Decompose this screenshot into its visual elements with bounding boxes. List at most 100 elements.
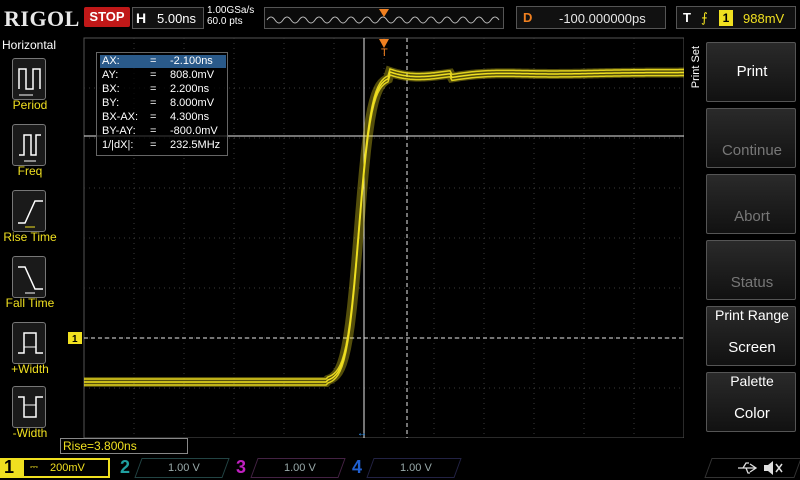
print-button[interactable]: Print [706, 42, 796, 102]
timebase-box[interactable]: H 5.00ns [132, 7, 204, 29]
neg-width-icon [18, 396, 43, 418]
status-button[interactable]: Status [706, 240, 796, 300]
channel4-number: 4 [352, 457, 363, 477]
menu-title: Print Set [690, 46, 702, 89]
status-label: Status [730, 274, 774, 291]
cursor-row: BY: = 8.000mV [100, 97, 226, 110]
freq-label: Freq [17, 164, 43, 178]
cursor-row: BX-AX: = 4.300ns [100, 111, 226, 124]
cursor-eq: = [150, 69, 157, 81]
ch1-ground-label: 1 [72, 334, 78, 345]
cursor-readout-table: AX: = -2.100ns AY: = 808.0mV BX: = 2.200… [96, 52, 228, 156]
abort-label: Abort [734, 208, 770, 225]
trigger-source: 1 [719, 10, 733, 26]
timebase-value: 5.00ns [157, 11, 197, 26]
cursor-key: BY: [102, 97, 120, 109]
palette-value: Color [734, 405, 770, 422]
horizontal-measure-panel: Horizontal Period Freq Rise Time Fall Ti… [0, 36, 60, 456]
print-range-title: Print Range [715, 307, 789, 323]
freq-button[interactable] [12, 124, 46, 166]
coupling-icon: ⎓ [30, 462, 38, 473]
cursor-value: 2.200ns [170, 83, 210, 95]
print-range-button[interactable]: Print Range Screen [706, 306, 796, 366]
delay-label: D [523, 10, 533, 25]
palette-button[interactable]: Palette Color [706, 372, 796, 432]
cursor-eq: = [150, 125, 157, 137]
horizontal-delay-box[interactable]: D -100.000000ps [516, 6, 666, 29]
channel1-number: 1 [4, 457, 15, 477]
memory-depth: 60.0 pts [207, 16, 243, 27]
channel2-tab[interactable]: 2 1.00 V [116, 457, 230, 478]
cursor-eq: = [150, 111, 157, 123]
period-label: Period [12, 98, 48, 112]
trigger-position-label: T [381, 47, 388, 59]
speaker-mute-icon[interactable] [762, 459, 784, 477]
neg-width-button[interactable] [12, 386, 46, 428]
cursor-row: BY-AY: = -800.0mV [100, 125, 226, 138]
channel3-tab[interactable]: 3 1.00 V [232, 457, 346, 478]
cursor-row: AX: = -2.100ns [100, 55, 226, 68]
channel-status-bar: 1 ⎓ 200mV 2 1.00 V 3 1.00 V 4 1.00 V [0, 456, 800, 480]
channel4-tab[interactable]: 4 1.00 V [348, 457, 462, 478]
top-status-bar: RIGOL STOP H 5.00ns 1.00GSa/s 60.0 pts D… [0, 0, 800, 36]
cursor-value: -2.100ns [170, 55, 213, 67]
cursor-eq: = [150, 97, 157, 109]
memory-overview-bar [264, 7, 504, 29]
cursor-eq: = [150, 139, 157, 151]
delay-value: -100.000000ps [559, 11, 646, 26]
cursor-row: AY: = 808.0mV [100, 69, 226, 82]
cursor-value: 808.0mV [170, 69, 215, 81]
usb-icon [738, 462, 758, 474]
trigger-label: T [683, 10, 691, 25]
trigger-position-icon [379, 9, 389, 17]
cursor-key: BY-AY: [102, 125, 136, 137]
cursor-key: 1/|dX|: [102, 139, 134, 151]
freq-icon [19, 134, 41, 162]
trigger-level: 988mV [743, 11, 785, 26]
pos-width-button[interactable] [12, 322, 46, 364]
abort-button[interactable]: Abort [706, 174, 796, 234]
cursor-value: 8.000mV [170, 97, 215, 109]
sample-rate: 1.00GSa/s [207, 5, 255, 16]
cursor-row: 1/|dX|: = 232.5MHz [100, 139, 226, 152]
trigger-box[interactable]: T ⨍ 1 988mV [676, 6, 796, 29]
cursor-value: -800.0mV [170, 125, 218, 137]
pos-width-label: +Width [11, 362, 49, 376]
rise-time-readout: Rise=3.800ns [60, 438, 188, 454]
rise-time-button[interactable] [12, 190, 46, 232]
rising-edge-icon: ⨍ [701, 10, 708, 25]
channel3-number: 3 [236, 457, 247, 477]
fall-time-label: Fall Time [5, 296, 55, 310]
cursor-key: AX: [102, 55, 120, 67]
pos-width-icon [18, 332, 43, 354]
cursor-row: BX: = 2.200ns [100, 83, 226, 96]
timebase-label: H [136, 10, 147, 26]
rise-time-icon [18, 200, 43, 228]
fall-time-button[interactable] [12, 256, 46, 298]
period-icon [18, 68, 41, 96]
channel1-scale: 200mV [50, 462, 85, 474]
run-stop-status[interactable]: STOP [84, 7, 130, 27]
print-range-value: Screen [728, 339, 776, 356]
channel2-number: 2 [120, 457, 131, 477]
cursor-a-marker-icon: ↔ [357, 428, 367, 438]
cursor-key: BX: [102, 83, 120, 95]
cursor-key: AY: [102, 69, 119, 81]
cursor-eq: = [150, 55, 157, 67]
channel4-scale: 1.00 V [400, 462, 432, 474]
neg-width-label: -Width [12, 426, 48, 440]
channel2-scale: 1.00 V [168, 462, 200, 474]
panel-title: Horizontal [2, 38, 57, 52]
acquisition-info: 1.00GSa/s 60.0 pts [207, 5, 254, 27]
continue-button[interactable]: Continue [706, 108, 796, 168]
print-label: Print [736, 63, 768, 80]
brand-logo: RIGOL [4, 6, 80, 31]
cursor-value: 232.5MHz [170, 139, 221, 151]
palette-title: Palette [730, 373, 774, 389]
fall-time-icon [18, 266, 43, 294]
channel1-tab[interactable]: 1 ⎓ 200mV [0, 457, 110, 478]
period-button[interactable] [12, 58, 46, 100]
continue-label: Continue [721, 142, 783, 159]
cursor-eq: = [150, 83, 157, 95]
channel3-scale: 1.00 V [284, 462, 316, 474]
